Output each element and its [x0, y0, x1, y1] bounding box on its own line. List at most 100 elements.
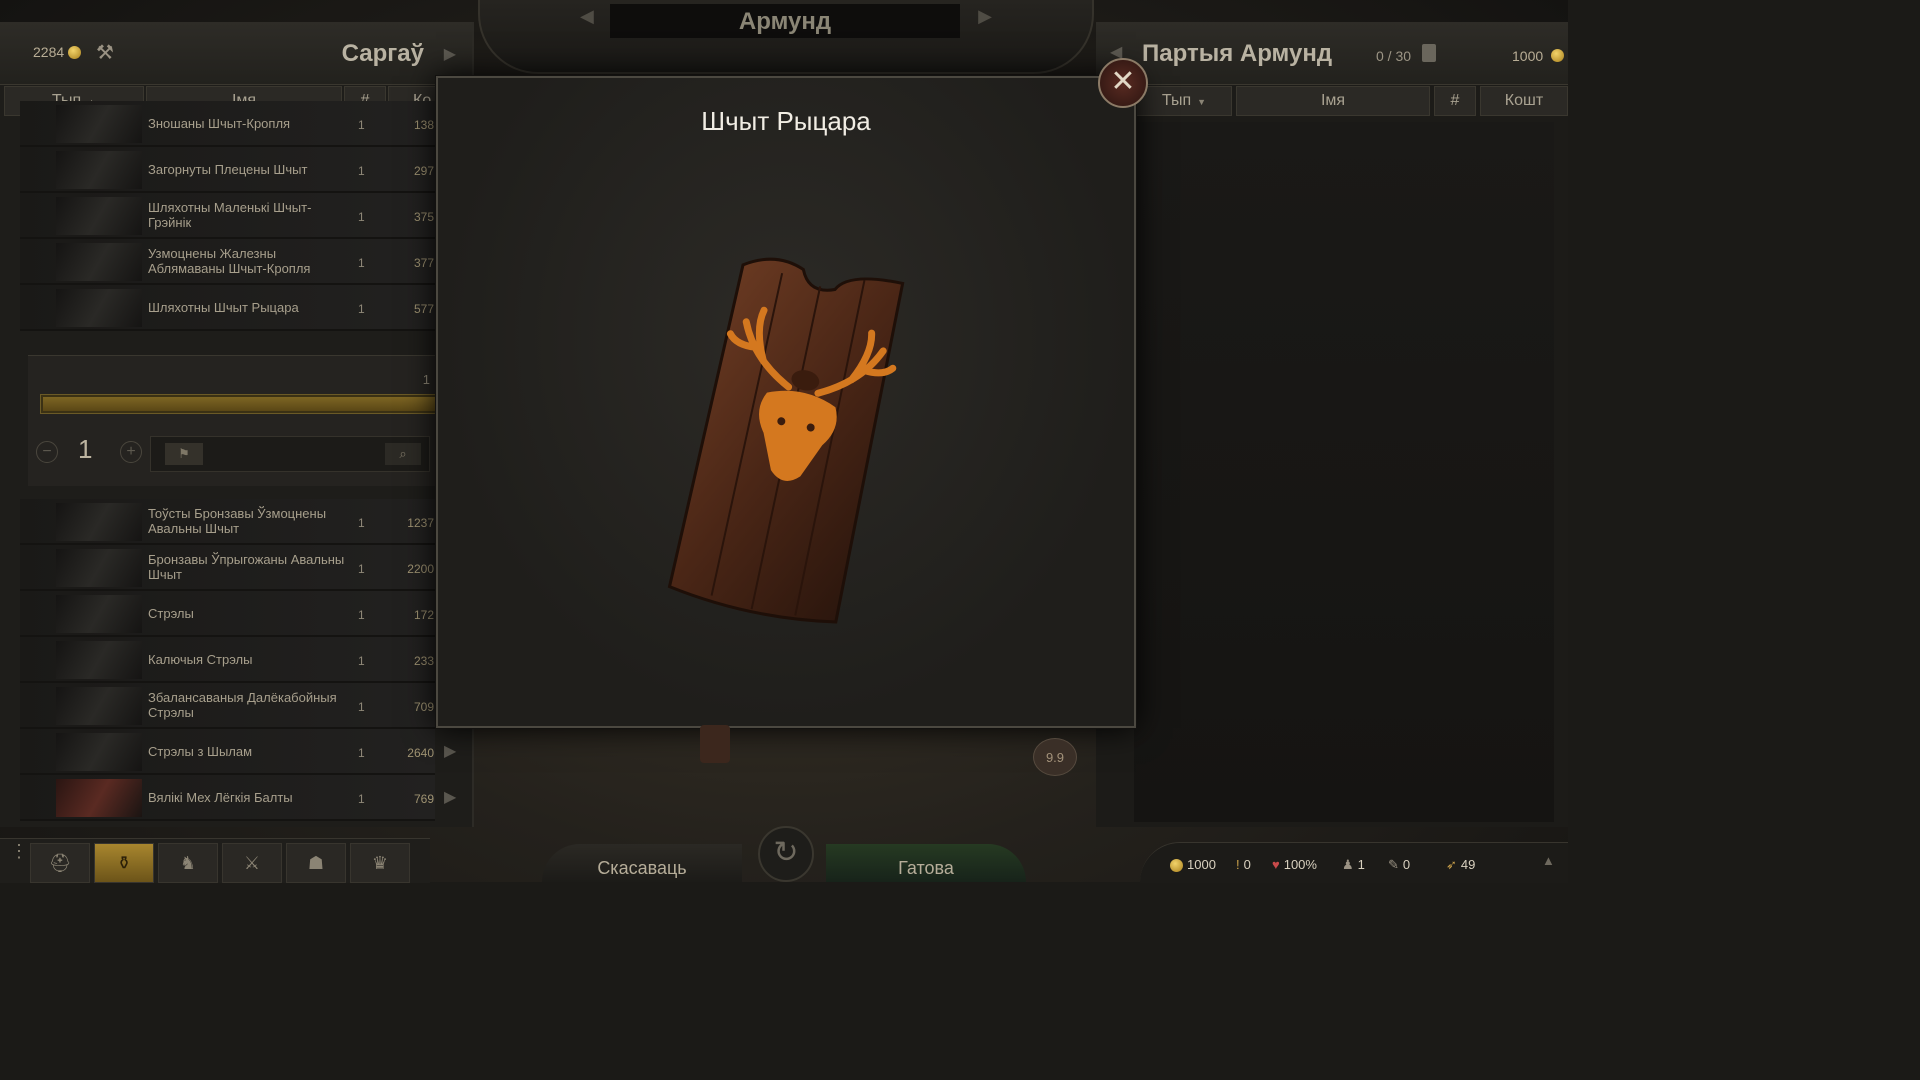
item-name: Стрэлы з Шылам — [148, 743, 253, 759]
item-price: 769 — [413, 792, 434, 806]
transfer-arrow-icon[interactable]: ▶ — [444, 741, 456, 761]
left-item-list-top: Зношаны Шчыт-Кропля 1 138 Загорнуты Плецен… — [20, 101, 435, 331]
party-status-bar: 1000 ǃ0 ♥ 100% ♟ 1 ✎ 0 ➶ 49 ▲ — [1140, 842, 1568, 883]
quantity-slider[interactable] — [40, 394, 440, 414]
right-panel-title: Партыя Армунд — [1142, 40, 1333, 67]
decrease-button[interactable]: − — [36, 441, 58, 463]
prev-arrow-icon[interactable]: ◀ — [580, 6, 594, 27]
troops-icon: ♟ — [1342, 857, 1354, 872]
list-item[interactable]: Вялікі Мех Лёгкія Балты 1 769 ▶ — [20, 775, 456, 821]
list-item[interactable]: Стрэлы 1 172 — [20, 591, 435, 637]
item-count: 1 — [358, 210, 365, 224]
item-thumbnail — [56, 549, 142, 587]
done-button[interactable]: Гатова — [826, 844, 1026, 882]
influence-icon: ǃ — [1236, 857, 1240, 872]
top-banner: ◀ Армунд ▶ — [478, 0, 1094, 74]
item-thumbnail — [56, 687, 142, 725]
item-count: 1 — [358, 700, 365, 714]
category-tab-bar: ⋮ ⛑ ⚱ ♞ ⚔ ☗ ♛ — [0, 838, 430, 883]
item-count: 1 — [358, 118, 365, 132]
list-item[interactable]: Узмоцнены Жалезны Аблямаваны Шчыт-Кропля… — [20, 239, 435, 285]
trade-count-label: 1 — [422, 372, 430, 387]
status-speed: ➶ 49 — [1446, 857, 1476, 872]
sort-icon: ▼ — [1197, 97, 1207, 107]
list-item[interactable]: Стрэлы з Шылам 1 2640 ▶ — [20, 729, 456, 775]
heart-icon: ♥ — [1272, 857, 1280, 872]
item-price: 2640 — [407, 746, 434, 760]
horse-tab-icon[interactable]: ♞ — [158, 843, 218, 883]
right-item-list — [1134, 122, 1554, 822]
left-item-list-bottom: Тоўсты Бронзавы Ўзмоцнены Авальны Шчыт 1 1… — [20, 499, 456, 821]
next-arrow-icon[interactable]: ▶ — [978, 6, 992, 27]
next-arrow-icon[interactable]: ▶ — [444, 44, 456, 64]
left-gold-amount: 2284 — [33, 44, 65, 60]
hammer-icon[interactable]: ⚒ — [96, 40, 118, 66]
item-thumbnail — [56, 779, 142, 817]
item-thumbnail — [56, 289, 142, 327]
slider-fill — [43, 397, 438, 411]
column-cost[interactable]: Кошт — [1480, 86, 1568, 116]
list-item[interactable]: Шляхотны Шчыт Рыцара 1 577 — [20, 285, 435, 331]
right-gold-amount: 1000 — [1512, 48, 1544, 64]
column-count[interactable]: # — [1434, 86, 1476, 116]
list-item[interactable]: Тоўсты Бронзавы Ўзмоцнены Авальны Шчыт 1 1… — [20, 499, 435, 545]
right-header: ◀ Партыя Армунд 0 / 30 1000 — [1096, 22, 1568, 85]
item-name: Вялікі Мех Лёгкія Балты — [148, 789, 293, 805]
status-food: ✎ 0 — [1388, 857, 1411, 872]
item-thumbnail — [56, 197, 142, 235]
item-price: 297 — [413, 164, 434, 178]
cancel-button[interactable]: Скасаваць — [542, 844, 742, 882]
list-item[interactable]: Бронзавы Ўпрыгожаны Авальны Шчыт 1 2200 — [20, 545, 435, 591]
shield-preview — [638, 238, 938, 638]
column-name[interactable]: Імя — [1236, 86, 1430, 116]
list-item[interactable]: Шляхотны Маленькі Шчыт-Грэйнік 1 375 — [20, 193, 435, 239]
status-morale: ♥ 100% — [1272, 857, 1317, 872]
expand-icon[interactable]: ▲ — [1542, 853, 1555, 868]
animal-tab-icon[interactable]: ☗ — [286, 843, 346, 883]
item-price: 172 — [413, 608, 434, 622]
item-name: Узмоцнены Жалезны Аблямаваны Шчыт-Кропля — [148, 246, 311, 276]
filter-icon[interactable]: ⚑ — [165, 443, 203, 465]
item-price: 233 — [413, 654, 434, 668]
item-price: 709 — [413, 700, 434, 714]
item-thumbnail — [56, 151, 142, 189]
close-icon[interactable]: ✕ — [1098, 58, 1148, 108]
item-price: 577 — [413, 302, 434, 316]
goods-tab-icon[interactable]: ⚱ — [94, 843, 154, 883]
right-inventory-panel: ◀ Партыя Армунд 0 / 30 1000 Тып ▼ Імя # К… — [1096, 22, 1568, 827]
horse-figure — [700, 725, 730, 763]
item-name: Тоўсты Бронзавы Ўзмоцнены Авальны Шчыт — [148, 506, 327, 536]
crown-tab-icon[interactable]: ♛ — [350, 843, 410, 883]
item-price: 2200 — [407, 562, 434, 576]
status-influence: ǃ0 — [1236, 857, 1251, 872]
item-name: Зношаны Шчыт-Кропля — [148, 115, 291, 131]
column-type[interactable]: Тып ▼ — [1136, 86, 1232, 116]
food-icon: ✎ — [1388, 857, 1399, 872]
item-name: Збалансаваныя Далёкабойныя Стрэлы — [148, 690, 337, 720]
list-item[interactable]: Калючыя Стрэлы 1 233 — [20, 637, 435, 683]
search-icon[interactable]: ⌕ — [385, 443, 421, 465]
weapon-tab-icon[interactable]: ⚔ — [222, 843, 282, 883]
item-preview-modal: Шчыт Рыцара — [436, 76, 1136, 728]
list-item[interactable]: Збалансаваныя Далёкабойныя Стрэлы 1 709 — [20, 683, 435, 729]
transfer-arrow-icon[interactable]: ▶ — [444, 787, 456, 807]
item-name: Шляхотны Маленькі Шчыт-Грэйнік — [148, 200, 312, 230]
menu-dots-icon[interactable]: ⋮ — [10, 842, 28, 860]
item-name: Шляхотны Шчыт Рыцара — [148, 299, 299, 315]
gold-coin-icon — [1551, 49, 1564, 62]
item-name: Бронзавы Ўпрыгожаны Авальны Шчыт — [148, 552, 345, 582]
increase-button[interactable]: + — [120, 441, 142, 463]
item-thumbnail — [56, 641, 142, 679]
item-thumbnail — [56, 733, 142, 771]
item-price: 138 — [413, 118, 434, 132]
banner-title: Армунд — [738, 8, 832, 35]
modal-title: Шчыт Рыцара — [701, 106, 871, 136]
item-thumbnail — [56, 503, 142, 541]
item-price: 377 — [413, 256, 434, 270]
item-thumbnail — [56, 595, 142, 633]
list-item[interactable]: Загорнуты Плецены Шчыт 1 297 — [20, 147, 435, 193]
list-item[interactable]: Зношаны Шчыт-Кропля 1 138 — [20, 101, 435, 147]
gold-coin-icon — [68, 46, 81, 59]
reset-icon[interactable]: ↻ — [758, 826, 814, 882]
helmet-tab-icon[interactable]: ⛑ — [30, 843, 90, 883]
